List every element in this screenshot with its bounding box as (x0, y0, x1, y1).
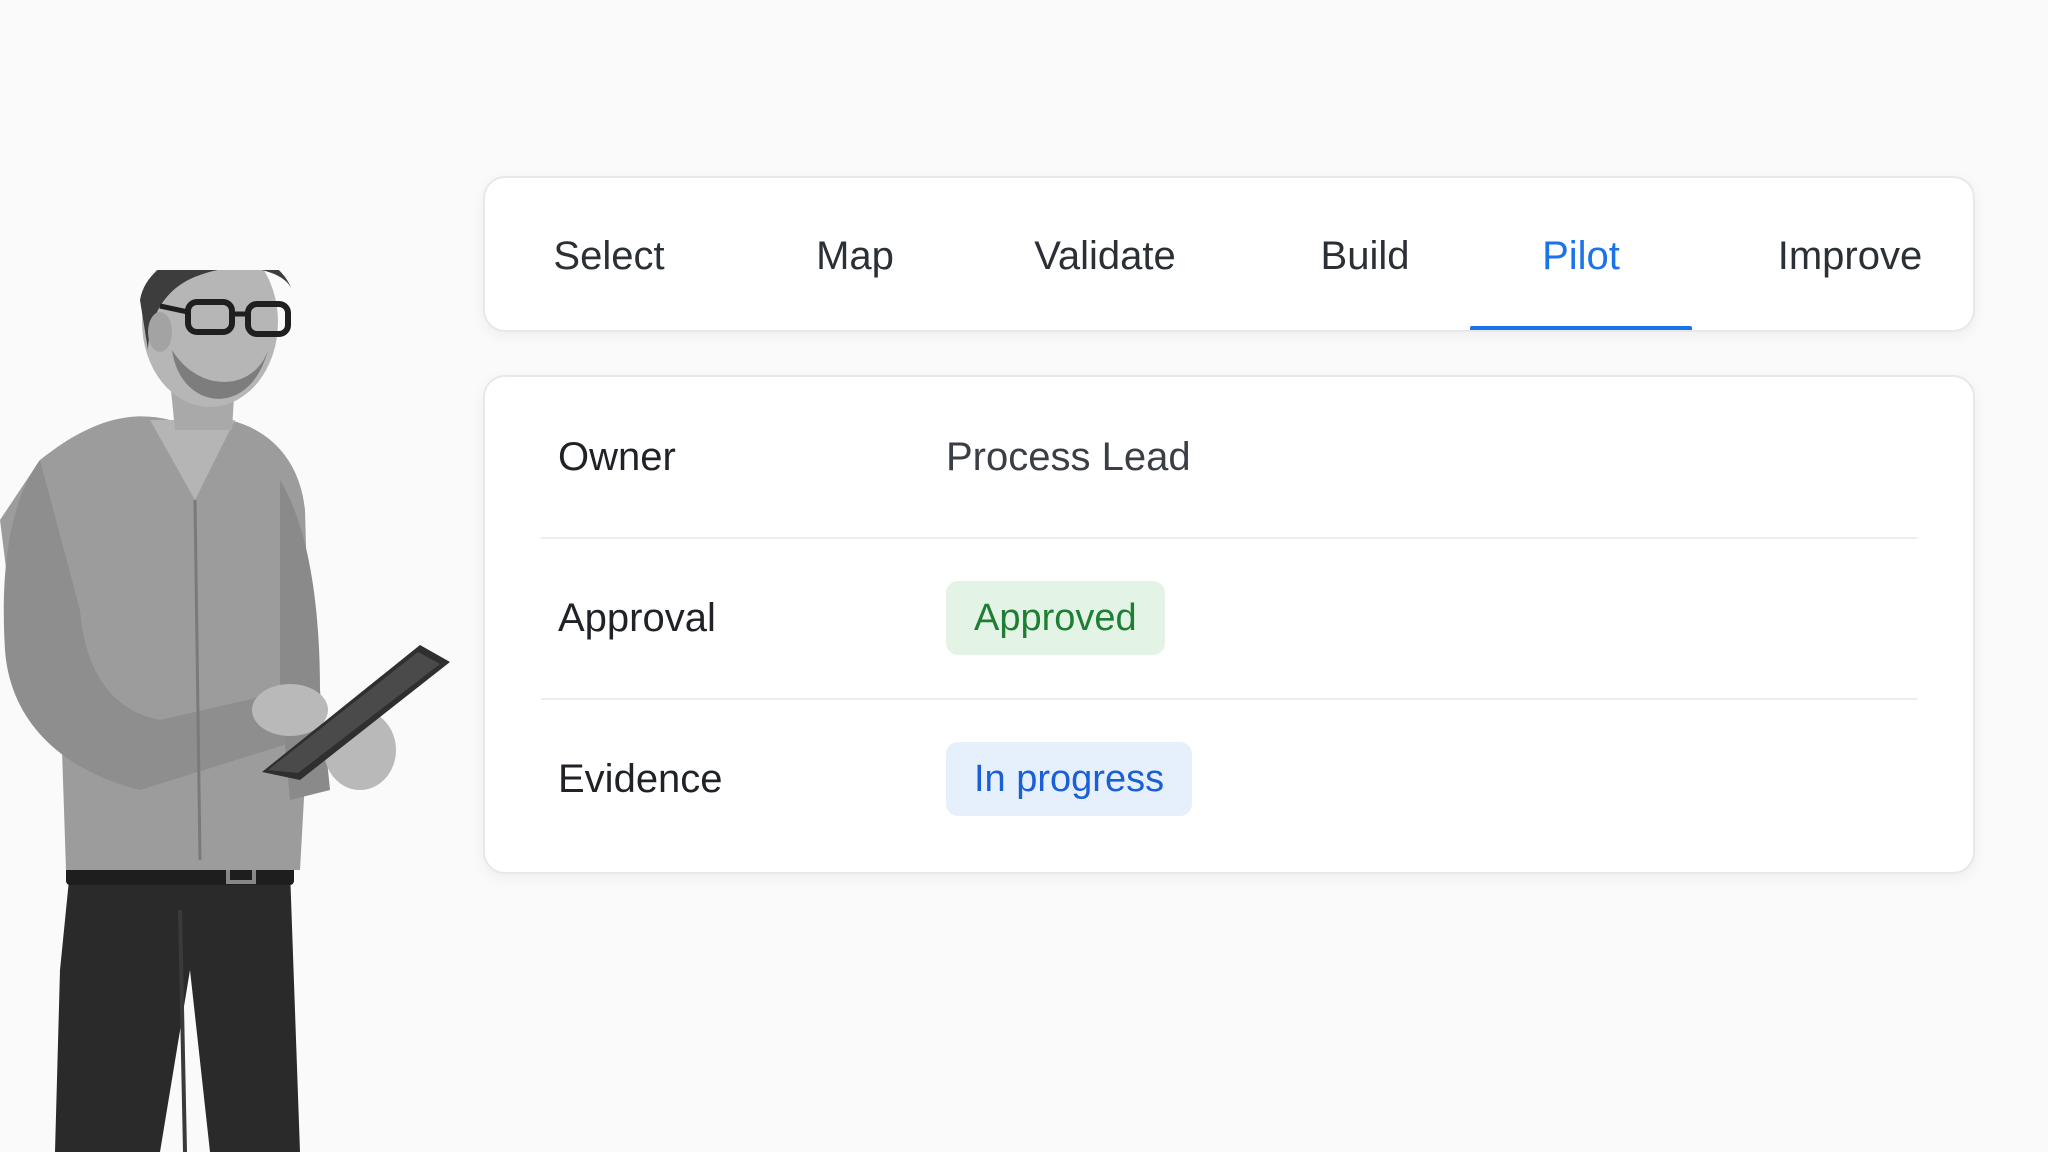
tab-label: Pilot (1542, 233, 1620, 278)
active-tab-indicator (1470, 326, 1692, 330)
tab-validate[interactable]: Validate (1005, 178, 1205, 330)
tab-label: Build (1320, 233, 1410, 278)
tab-build[interactable]: Build (1275, 178, 1455, 330)
owner-label: Owner (558, 434, 676, 479)
tab-improve[interactable]: Improve (1740, 178, 1960, 330)
owner-row: Owner Process Lead (541, 377, 1917, 537)
stage-tabs: Select Map Validate Build Pilot Improve (483, 176, 1975, 332)
person-with-tablet-icon (0, 270, 450, 1152)
tab-select[interactable]: Select (529, 178, 689, 330)
tab-map[interactable]: Map (785, 178, 925, 330)
owner-value: Process Lead (946, 434, 1191, 479)
evidence-status-badge: In progress (946, 742, 1193, 816)
evidence-row: Evidence In progress (541, 699, 1917, 859)
tab-label: Select (553, 233, 665, 278)
tab-label: Validate (1034, 233, 1176, 278)
page: Select Map Validate Build Pilot Improve … (0, 0, 2048, 1152)
tab-pilot[interactable]: Pilot (1470, 178, 1692, 330)
evidence-label: Evidence (558, 756, 723, 801)
tab-label: Map (816, 233, 894, 278)
approval-label: Approval (558, 595, 716, 640)
approval-row: Approval Approved (541, 538, 1917, 698)
pilot-details-card: Owner Process Lead Approval Approved Evi… (483, 375, 1975, 874)
tab-label: Improve (1777, 233, 1923, 278)
approval-status-badge: Approved (946, 581, 1165, 655)
